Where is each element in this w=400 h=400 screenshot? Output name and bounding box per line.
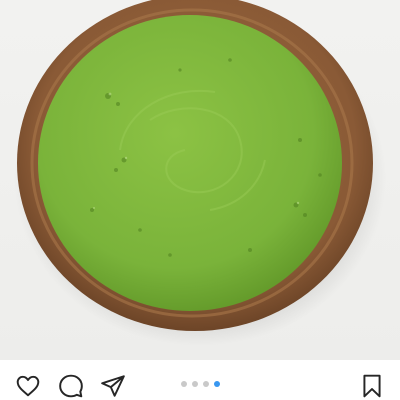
comment-button[interactable] [57, 372, 85, 400]
heart-icon [16, 375, 40, 397]
post-photo[interactable] [0, 0, 400, 360]
share-button[interactable] [99, 372, 127, 400]
bookmark-icon [363, 374, 381, 398]
paper-plane-icon [101, 375, 125, 397]
carousel-dot-active [214, 381, 220, 387]
save-button[interactable] [358, 372, 386, 400]
carousel-dot [181, 381, 187, 387]
carousel-indicator [181, 381, 220, 387]
food-photo [14, 0, 386, 346]
carousel-dot [192, 381, 198, 387]
carousel-dot [203, 381, 209, 387]
like-button[interactable] [14, 372, 42, 400]
green-puree [38, 15, 342, 311]
post-action-bar [0, 360, 400, 400]
comment-icon [59, 374, 83, 398]
